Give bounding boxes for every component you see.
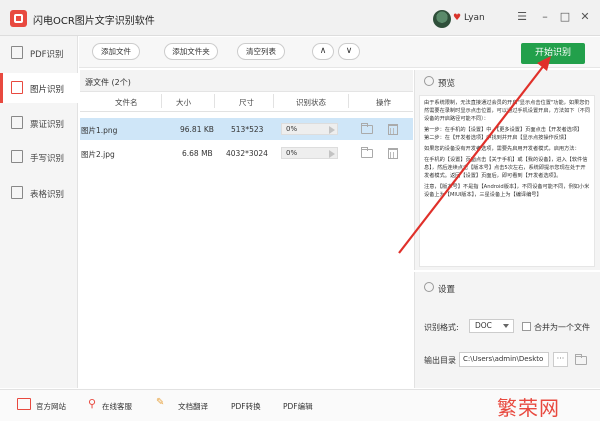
doc-translate-link[interactable]: 文档翻译 bbox=[178, 401, 208, 412]
start-recognition-button[interactable]: 开始识别 bbox=[521, 43, 585, 64]
handwriting-icon bbox=[11, 150, 23, 163]
avatar[interactable] bbox=[433, 10, 451, 28]
output-path-input[interactable]: C:\Users\admin\Deskto bbox=[459, 352, 549, 367]
person-icon: ⚲ bbox=[88, 397, 97, 410]
preview-paragraph: 由于系统限制，无法直接通过会员的开启"显示点击位置"功能，如果您仍然需要在录制时… bbox=[424, 100, 591, 122]
sidebar-item-ticket[interactable]: 票证识别 bbox=[0, 108, 78, 138]
move-down-button[interactable]: ∨ bbox=[338, 43, 360, 60]
sidebar-item-pdf[interactable]: PDF识别 bbox=[0, 38, 78, 68]
format-label: 识别格式: bbox=[424, 323, 459, 332]
merge-checkbox[interactable] bbox=[522, 322, 531, 331]
file-dims: 513*523 bbox=[231, 125, 264, 134]
pdf-convert-link[interactable]: PDF转换 bbox=[231, 401, 261, 412]
progress-value: 0% bbox=[286, 149, 298, 157]
monitor-icon bbox=[17, 398, 31, 410]
sidebar-item-label: 图片识别 bbox=[30, 85, 65, 95]
column-header-dims: 尺寸 bbox=[239, 98, 254, 107]
trash-icon[interactable] bbox=[388, 124, 398, 135]
file-list: 源文件 (2个) 文件名 大小 尺寸 识别状态 操作 图片1.png 96.81… bbox=[80, 70, 413, 388]
sidebar: PDF识别 图片识别 票证识别 手写识别 表格识别 bbox=[0, 36, 78, 388]
column-header-name: 文件名 bbox=[115, 98, 138, 107]
close-button[interactable]: ✕ bbox=[578, 10, 592, 24]
file-name: 图片2.jpg bbox=[81, 150, 115, 159]
menu-icon[interactable]: ☰ bbox=[515, 10, 529, 24]
preview-content[interactable]: 由于系统限制，无法直接通过会员的开启"显示点击位置"功能，如果您仍然需要在录制时… bbox=[419, 95, 595, 267]
online-service-link[interactable]: 在线客服 bbox=[102, 401, 132, 412]
preview-paragraph: 注意，【版本号】不是指【Android版本】，不同设备可能不同，例如小米设备上为… bbox=[424, 184, 590, 198]
move-up-button[interactable]: ∧ bbox=[312, 43, 334, 60]
preview-paragraph: 第一步：在手机的【设置】中，【更多设置】页面点击【开发者选项】 第二步：在【开发… bbox=[424, 127, 583, 141]
divider bbox=[80, 111, 413, 112]
file-name: 图片1.png bbox=[81, 126, 118, 135]
preview-paragraph: 在手机的【设置】页面点击【关于手机】或【我的设备】，进入【软件信息】，然后连续点… bbox=[424, 157, 588, 179]
column-divider bbox=[161, 94, 162, 108]
settings-header: 设置 bbox=[415, 276, 600, 298]
app-title: 闪电OCR图片文字识别软件 bbox=[33, 16, 155, 27]
clear-list-button[interactable]: 清空列表 bbox=[237, 43, 285, 60]
folder-icon[interactable] bbox=[361, 123, 373, 134]
app-logo-icon bbox=[10, 10, 27, 27]
settings-panel: 设置 识别格式: DOC 合并为一个文件 输出目录 C:\Users\admin… bbox=[414, 272, 600, 388]
heart-icon: ♥ bbox=[453, 13, 462, 23]
sidebar-item-label: 表格识别 bbox=[30, 190, 65, 200]
sidebar-item-label: PDF识别 bbox=[30, 50, 64, 60]
ticket-icon bbox=[11, 116, 23, 129]
file-list-title: 源文件 (2个) bbox=[85, 78, 131, 87]
toolbar: 添加文件 添加文件夹 清空列表 ∧ ∨ 开始识别 bbox=[79, 37, 600, 68]
title-bar: 闪电OCR图片文字识别软件 ♥ Lyan ☰ – □ ✕ bbox=[0, 0, 600, 36]
pdf-edit-link[interactable]: PDF编辑 bbox=[283, 401, 313, 412]
play-icon[interactable] bbox=[329, 150, 335, 158]
sidebar-item-image[interactable]: 图片识别 bbox=[0, 73, 78, 103]
folder-icon[interactable] bbox=[361, 147, 373, 158]
open-folder-icon[interactable] bbox=[575, 354, 587, 365]
column-divider bbox=[273, 94, 274, 108]
trash-icon[interactable] bbox=[388, 148, 398, 159]
preview-header: 预览 bbox=[415, 70, 600, 92]
sidebar-item-label: 票证识别 bbox=[30, 120, 65, 130]
browse-button[interactable]: ··· bbox=[553, 352, 568, 367]
output-dir-label: 输出目录 bbox=[424, 356, 456, 365]
column-divider bbox=[348, 94, 349, 108]
file-size: 96.81 KB bbox=[180, 125, 214, 134]
add-folder-button[interactable]: 添加文件夹 bbox=[164, 43, 218, 60]
settings-title: 设置 bbox=[438, 285, 456, 295]
official-site-link[interactable]: 官方网站 bbox=[36, 401, 66, 412]
file-list-header: 源文件 (2个) bbox=[80, 70, 413, 92]
restore-button[interactable]: □ bbox=[558, 10, 572, 24]
table-row[interactable]: 图片1.png 96.81 KB 513*523 0% bbox=[80, 118, 413, 140]
column-divider bbox=[214, 94, 215, 108]
sidebar-item-label: 手写识别 bbox=[30, 154, 65, 164]
chevron-down-icon bbox=[503, 324, 509, 328]
merge-label: 合并为一个文件 bbox=[534, 323, 590, 332]
gear-icon bbox=[424, 282, 434, 292]
preview-paragraph: 如果您的设备没有开发者选项，需要先启用开发者模式，启用方法： bbox=[424, 146, 580, 152]
watermark: 繁荣网 bbox=[497, 396, 560, 420]
image-icon bbox=[11, 81, 23, 94]
format-value: DOC bbox=[475, 321, 492, 330]
preview-panel: 预览 由于系统限制，无法直接通过会员的开启"显示点击位置"功能，如果您仍然需要在… bbox=[414, 70, 600, 270]
file-size: 6.68 MB bbox=[182, 149, 213, 158]
eye-icon bbox=[424, 76, 434, 86]
file-dims: 4032*3024 bbox=[226, 149, 268, 158]
sidebar-item-table[interactable]: 表格识别 bbox=[0, 178, 78, 208]
pdf-icon bbox=[11, 46, 23, 59]
minimize-button[interactable]: – bbox=[538, 10, 552, 24]
sidebar-item-handwriting[interactable]: 手写识别 bbox=[0, 142, 78, 172]
column-header-status: 识别状态 bbox=[296, 98, 326, 107]
format-select[interactable]: DOC bbox=[469, 319, 514, 333]
preview-title: 预览 bbox=[438, 79, 456, 89]
table-icon bbox=[11, 186, 23, 199]
translate-icon: ✎ bbox=[156, 397, 165, 408]
progress-value: 0% bbox=[286, 125, 298, 133]
table-row[interactable]: 图片2.jpg 6.68 MB 4032*3024 0% bbox=[80, 142, 413, 164]
play-icon[interactable] bbox=[329, 126, 335, 134]
username[interactable]: Lyan bbox=[464, 13, 485, 23]
column-header-size: 大小 bbox=[176, 98, 191, 107]
add-file-button[interactable]: 添加文件 bbox=[92, 43, 140, 60]
column-header-actions: 操作 bbox=[376, 98, 391, 107]
